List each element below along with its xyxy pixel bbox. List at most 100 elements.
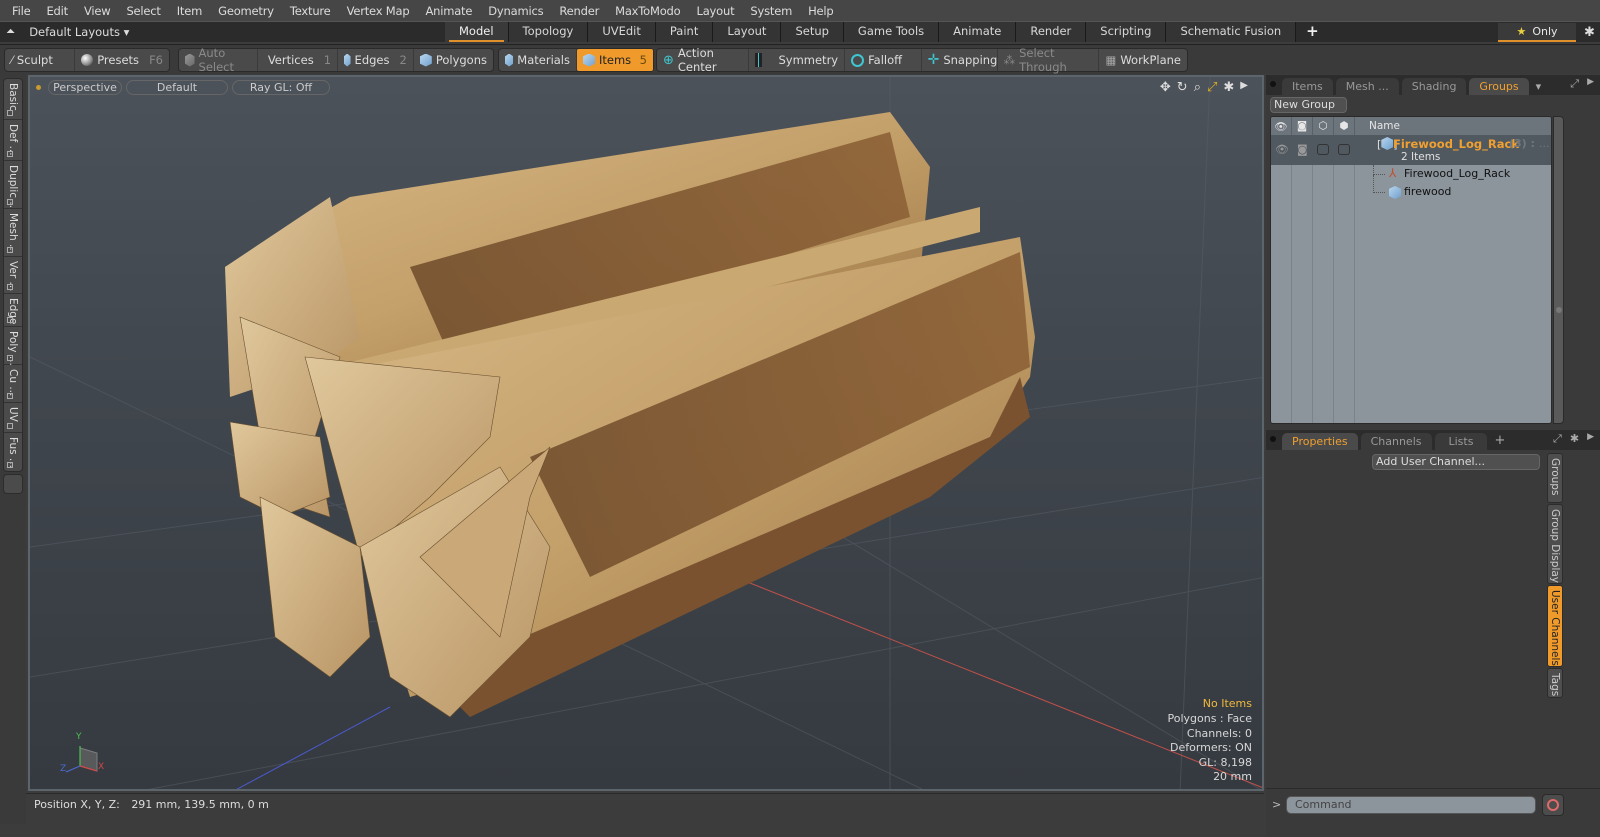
left-tab-fusion[interactable]: Fus ...	[4, 433, 22, 471]
view-mode-dropdown[interactable]: Perspective	[48, 80, 122, 95]
lock-toggle[interactable]	[1317, 144, 1329, 155]
select-through-button[interactable]: ⁂ Select Through	[998, 46, 1100, 74]
collapse-up-icon[interactable]: ⏶	[6, 24, 15, 39]
visibility-column-icon[interactable]: 👁	[1271, 117, 1292, 135]
pan-icon[interactable]: ✥	[1160, 80, 1171, 95]
tab-model[interactable]: Model	[445, 22, 509, 42]
tab-animate[interactable]: Animate	[939, 22, 1017, 42]
add-user-channel-button[interactable]: Add User Channel...	[1372, 454, 1540, 470]
rotate-icon[interactable]: ↻	[1177, 80, 1188, 95]
tab-mesh[interactable]: Mesh ...	[1335, 78, 1399, 95]
lock-column-icon[interactable]: ⬡	[1313, 117, 1334, 135]
menu-item[interactable]: Item	[169, 4, 210, 18]
group-list-scrollbar[interactable]	[1553, 116, 1564, 424]
tab-game-tools[interactable]: Game Tools	[843, 22, 940, 42]
command-input[interactable]: Command	[1286, 796, 1536, 814]
select-toggle[interactable]	[1338, 144, 1350, 155]
menu-select[interactable]: Select	[118, 4, 168, 18]
menu-view[interactable]: View	[76, 4, 119, 18]
maximize-icon[interactable]: ⤢	[1553, 432, 1562, 446]
menu-vertex-map[interactable]: Vertex Map	[339, 4, 418, 18]
menu-help[interactable]: Help	[800, 4, 841, 18]
menu-dynamics[interactable]: Dynamics	[480, 4, 551, 18]
tab-paint[interactable]: Paint	[655, 22, 714, 42]
add-tab-button[interactable]: +	[1494, 433, 1505, 448]
gear-icon[interactable]: ✱	[1584, 25, 1595, 40]
left-tab-uv[interactable]: UV	[4, 403, 22, 433]
snapping-button[interactable]: ✛ Snapping	[922, 49, 998, 71]
menu-system[interactable]: System	[742, 4, 800, 18]
only-button[interactable]: ★ Only	[1498, 22, 1576, 42]
menu-edit[interactable]: Edit	[38, 4, 75, 18]
workplane-button[interactable]: ▦ WorkPlane	[1099, 49, 1187, 71]
visibility-toggle-icon[interactable]: 👁	[1275, 143, 1289, 156]
action-center-button[interactable]: ⊕ Action Center	[657, 46, 750, 74]
menu-render[interactable]: Render	[551, 4, 607, 18]
left-tab-basic[interactable]: Basic	[4, 79, 22, 120]
menu-file[interactable]: File	[4, 4, 38, 18]
polygons-button[interactable]: Polygons	[414, 49, 493, 71]
gear-icon[interactable]: ✱	[1570, 432, 1579, 446]
group-child-row[interactable]: ⅄ Firewood_Log_Rack	[1271, 165, 1551, 183]
new-group-button[interactable]: New Group	[1270, 97, 1347, 113]
tab-shading[interactable]: Shading	[1401, 78, 1467, 95]
maximize-icon[interactable]: ⤢	[1570, 77, 1579, 91]
side-tab-groups[interactable]: Groups	[1547, 453, 1563, 503]
symmetry-button[interactable]: Symmetry	[749, 49, 846, 71]
sculpt-button[interactable]: ⁄ Sculpt	[5, 49, 76, 71]
zoom-icon[interactable]: ⌕	[1194, 80, 1201, 95]
materials-button[interactable]: Materials	[499, 49, 577, 71]
menu-maxtomodo[interactable]: MaxToModo	[607, 4, 688, 18]
tab-lists[interactable]: Lists	[1434, 433, 1488, 450]
side-tab-user-channels[interactable]: User Channels	[1547, 585, 1563, 667]
tab-groups[interactable]: Groups	[1469, 78, 1529, 95]
presets-button[interactable]: Presets F6	[75, 49, 169, 71]
chevron-down-icon[interactable]: ▾	[1536, 80, 1542, 93]
edges-button[interactable]: Edges 2	[338, 49, 414, 71]
tab-scripting[interactable]: Scripting	[1086, 22, 1167, 42]
record-macro-button[interactable]	[1542, 794, 1564, 816]
group-child-row[interactable]: firewood	[1271, 175, 1551, 201]
left-tab-deform[interactable]: Def ...	[4, 120, 22, 161]
tab-properties[interactable]: Properties	[1282, 433, 1358, 450]
add-tab-button[interactable]: +	[1296, 22, 1329, 42]
layouts-dropdown[interactable]: Default Layouts ▾	[29, 25, 129, 39]
tab-render[interactable]: Render	[1016, 22, 1087, 42]
tab-channels[interactable]: Channels	[1360, 433, 1432, 450]
menu-geometry[interactable]: Geometry	[210, 4, 282, 18]
menu-texture[interactable]: Texture	[282, 4, 339, 18]
left-tab-edge[interactable]: Edge	[4, 294, 22, 327]
group-row[interactable]: 👁 ◙ [] Firewood_Log_Rack (3) : ... 2 Ite…	[1271, 135, 1551, 165]
maximize-icon[interactable]: ⤢	[1207, 80, 1217, 95]
left-tab-curve[interactable]: Cu ...	[4, 365, 22, 403]
render-toggle-icon[interactable]: ◙	[1297, 143, 1308, 156]
tab-topology[interactable]: Topology	[508, 22, 589, 42]
expand-right-icon[interactable]: ▶	[1587, 77, 1594, 91]
shading-mode-dropdown[interactable]: Default	[126, 80, 228, 95]
auto-select-button[interactable]: Auto Select	[179, 46, 258, 74]
left-tab-vertex[interactable]: Ver ...	[4, 257, 22, 294]
left-tab-polygon[interactable]: Poly ...	[4, 327, 22, 366]
tab-schematic-fusion[interactable]: Schematic Fusion	[1166, 22, 1297, 42]
falloff-button[interactable]: Falloff	[845, 49, 922, 71]
left-tab-mesh[interactable]: Mesh ...	[4, 209, 22, 257]
gear-icon[interactable]: ✱	[1223, 80, 1234, 95]
expand-right-icon[interactable]: ▶	[1587, 432, 1594, 446]
side-tab-tags[interactable]: Tags	[1547, 668, 1563, 698]
expand-right-icon[interactable]: ▶	[1240, 80, 1248, 95]
vertices-button[interactable]: Vertices 1	[258, 49, 338, 71]
tab-uvedit[interactable]: UVEdit	[588, 22, 656, 42]
tab-setup[interactable]: Setup	[781, 22, 844, 42]
items-button[interactable]: Items 5	[577, 49, 653, 71]
3d-viewport[interactable]: Perspective Default Ray GL: Off ✥ ↻ ⌕ ⤢ …	[28, 75, 1264, 791]
left-extra-tab[interactable]	[3, 474, 23, 494]
render-column-icon[interactable]: ◙	[1292, 117, 1313, 135]
menu-layout[interactable]: Layout	[689, 4, 743, 18]
menu-animate[interactable]: Animate	[417, 4, 480, 18]
side-tab-group-display[interactable]: Group Display	[1547, 504, 1563, 584]
tab-layout[interactable]: Layout	[713, 22, 782, 42]
tab-items[interactable]: Items	[1282, 78, 1333, 95]
select-column-icon[interactable]: ⬢	[1334, 117, 1355, 135]
raygl-toggle[interactable]: Ray GL: Off	[232, 80, 330, 95]
left-tab-duplicate[interactable]: Duplic...	[4, 161, 22, 209]
